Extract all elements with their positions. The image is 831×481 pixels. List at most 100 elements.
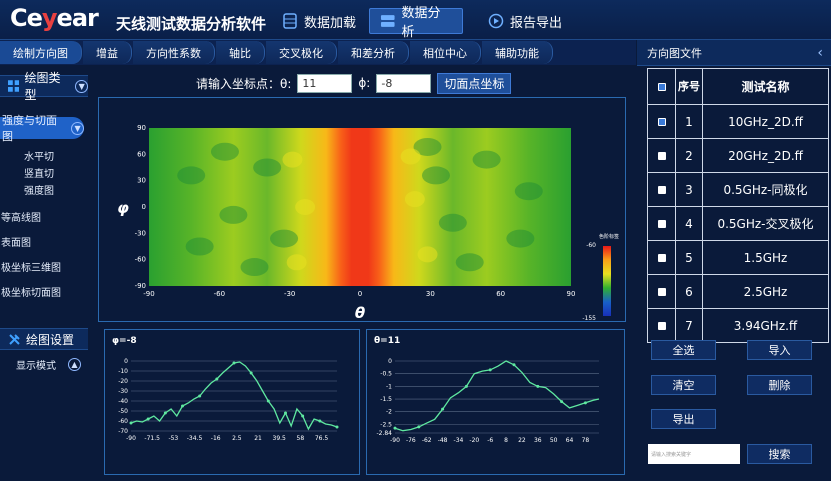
row-checkbox-cell[interactable]	[647, 172, 676, 207]
select-all-button[interactable]: 全选	[651, 340, 716, 360]
tools-icon	[9, 333, 20, 345]
collapse-icon[interactable]: ‹	[817, 45, 823, 61]
x-tick-label: 8	[504, 437, 508, 444]
row-checkbox[interactable]	[657, 185, 666, 194]
heatmap-texture	[514, 182, 543, 201]
row-checkbox[interactable]	[657, 253, 666, 262]
sidebar-item-intensity-cut[interactable]: 强度与切面图 ▼	[0, 114, 84, 143]
nav-report-export[interactable]: 报告导出	[478, 8, 572, 34]
phi-input[interactable]: -8	[376, 73, 432, 93]
row-checkbox-cell[interactable]	[647, 308, 676, 343]
plot-type-header[interactable]: 绘图类型 ▼	[0, 71, 88, 102]
theta-input[interactable]: 11	[297, 73, 353, 93]
row-checkbox[interactable]	[657, 219, 666, 228]
y-tick-label: -30	[135, 229, 146, 237]
sidebar-item-polar-cut[interactable]: 极坐标切面图	[0, 279, 88, 304]
phi-cut-panel: φ=-8 0 -10 -20 -30 -40 -50 -60 -70 -90 -71.5 -53 -3…	[104, 329, 360, 475]
theta-cut-panel: θ=11 0 -0.5 -1 -1.5 -2 -2.5 -2.84 -90 -76 -62 -48-…	[366, 329, 625, 475]
x-tick-label: -20	[469, 437, 479, 444]
tab-phase-center[interactable]: 相位中心	[410, 41, 481, 64]
tab-draw-pattern[interactable]: 绘制方向图	[0, 41, 82, 64]
import-button[interactable]: 导入	[747, 340, 812, 360]
tab-aux-functions[interactable]: 辅助功能	[482, 41, 553, 64]
row-index: 6	[675, 274, 703, 309]
x-tick-label: -90	[126, 435, 136, 442]
heatmap-texture	[438, 213, 467, 232]
clear-button[interactable]: 清空	[651, 375, 716, 395]
colorbar-title: 色阶标签	[599, 233, 619, 240]
row-checkbox-cell[interactable]	[647, 274, 676, 309]
nav-data-load[interactable]: 数据加载	[272, 8, 366, 34]
x-tick-label: 64	[566, 437, 574, 444]
heatmap-texture	[210, 142, 239, 161]
y-tick-label: 0	[124, 358, 128, 365]
x-tick-label: 0	[358, 290, 362, 298]
y-tick-label: -30	[118, 388, 128, 395]
database-icon	[283, 13, 297, 29]
x-tick-label: -6	[487, 437, 493, 444]
table-row[interactable]: 3 0.5GHz-同极化	[647, 172, 829, 207]
tab-cross-polarization[interactable]: 交叉极化	[266, 41, 337, 64]
row-checkbox-cell[interactable]	[647, 138, 676, 173]
x-tick-label: -60	[214, 290, 225, 298]
sidebar-item-contour[interactable]: 等高线图	[0, 204, 88, 229]
row-checkbox-cell[interactable]	[647, 104, 676, 139]
table-row[interactable]: 5 1.5GHz	[647, 240, 829, 275]
tab-gain[interactable]: 增益	[83, 41, 132, 64]
row-index: 2	[675, 138, 703, 173]
data-point	[284, 411, 287, 415]
tab-sum-diff-analysis[interactable]: 和差分析	[338, 41, 409, 64]
select-all-checkbox-cell[interactable]	[647, 68, 676, 105]
search-input[interactable]: 请输入搜索关键字	[648, 444, 740, 464]
export-button[interactable]: 导出	[651, 409, 716, 429]
row-checkbox-cell[interactable]	[647, 206, 676, 241]
sidebar-item-polar-3d[interactable]: 极坐标三维图	[0, 254, 88, 279]
heatmap-texture	[270, 229, 299, 248]
x-tick-label: 60	[496, 290, 505, 298]
server-icon	[380, 15, 395, 27]
plot-settings-header[interactable]: 绘图设置	[0, 328, 88, 350]
header-checkbox[interactable]	[657, 82, 666, 91]
table-row[interactable]: 4 0.5GHz-交叉极化	[647, 206, 829, 241]
row-checkbox[interactable]	[657, 117, 666, 126]
row-test-name: 1.5GHz	[702, 240, 829, 275]
cut-point-button[interactable]: 切面点坐标	[437, 72, 512, 94]
colorbar-min-label: -155	[582, 315, 596, 321]
sidebar-item-surface[interactable]: 表面图	[0, 229, 88, 254]
table-row[interactable]: 7 3.94GHz.ff	[647, 308, 829, 343]
nav-data-analysis[interactable]: 数据分析	[369, 6, 463, 40]
intensity-heatmap[interactable]: -90 -60 -30 0 30 60 909060300-30-60-90θφ色阶标签-6…	[99, 98, 625, 322]
search-button[interactable]: 搜索	[747, 444, 812, 464]
table-row[interactable]: 6 2.5GHz	[647, 274, 829, 309]
chevron-down-icon: ▼	[71, 121, 84, 135]
sidebar-item-vertical-cut[interactable]: 竖直切	[0, 164, 88, 181]
sidebar-item-horizontal-cut[interactable]: 水平切	[0, 147, 88, 164]
x-tick-label: -76	[406, 437, 416, 444]
data-point	[232, 361, 236, 365]
app-header: Ceyear 天线测试数据分析软件 数据加载 数据分析 报告导出	[0, 0, 831, 40]
x-tick-label: 76.5	[315, 435, 329, 442]
display-mode-toggle[interactable]: 显示模式 ▲	[0, 356, 88, 373]
row-checkbox-cell[interactable]	[647, 240, 676, 275]
y-tick-label: -1	[386, 383, 392, 390]
heatmap-texture	[421, 166, 450, 185]
row-checkbox[interactable]	[657, 287, 666, 296]
row-checkbox[interactable]	[657, 321, 666, 330]
data-point	[583, 401, 587, 405]
table-row[interactable]: 2 20GHz_2D.ff	[647, 138, 829, 173]
tab-directivity[interactable]: 方向性系数	[133, 41, 215, 64]
x-tick-label: -30	[284, 290, 295, 298]
delete-button[interactable]: 删除	[747, 375, 812, 395]
data-point	[512, 363, 516, 367]
left-sidebar: 绘图类型 ▼ 强度与切面图 ▼ 水平切 竖直切 强度图 等高线图 表面图 极坐标…	[0, 66, 88, 481]
table-row[interactable]: 1 10GHz_2D.ff	[647, 104, 829, 139]
sidebar-item-intensity-map[interactable]: 强度图	[0, 181, 88, 198]
data-point	[215, 377, 219, 381]
chevron-down-icon[interactable]: ▼	[75, 79, 88, 93]
x-tick-label: -90	[390, 437, 400, 444]
x-tick-label: -90	[143, 290, 154, 298]
y-tick-label: -2.84	[376, 430, 392, 437]
tab-axial-ratio[interactable]: 轴比	[216, 41, 265, 64]
row-checkbox[interactable]	[657, 151, 666, 160]
row-test-name: 20GHz_2D.ff	[702, 138, 829, 173]
